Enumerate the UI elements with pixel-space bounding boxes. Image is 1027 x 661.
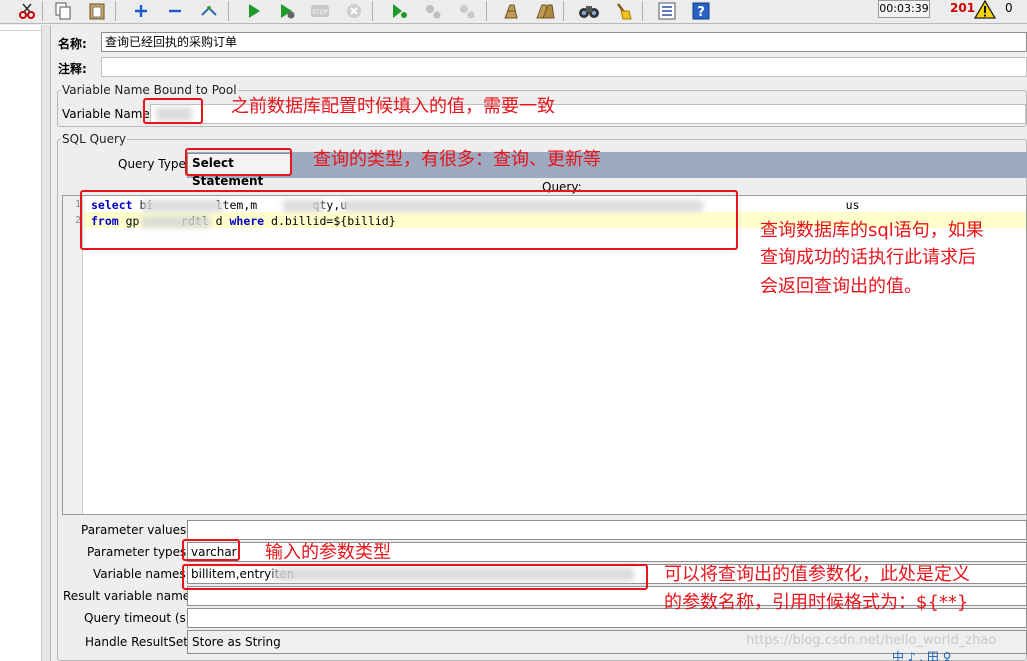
svg-text:?: ? [697,5,705,20]
start-no-pauses-icon[interactable] [274,0,300,22]
name-input[interactable]: 查询已经回执的采购订单 [101,32,1027,52]
annotation-box-variable-name [143,98,203,124]
pool-legend: Variable Name Bound to Pool [62,83,237,97]
start-icon[interactable] [241,0,267,22]
annotation-param-type-note: 输入的参数类型 [265,542,391,563]
toolbar: STOP ? 00:03:39 201 0 [0,0,1027,24]
annotation-sql-note-2: 查询成功的话执行此请求后 [760,247,976,268]
variable-name-label: Variable Name: [62,107,154,121]
split-pane-divider[interactable] [42,25,51,661]
expand-icon[interactable] [128,0,154,22]
annotation-box-query-type [185,148,292,176]
ime-status-bar[interactable]: 中 ♪ , 田 ♀ [892,648,1027,661]
parameter-values-input[interactable] [187,520,1027,540]
paste-icon[interactable] [84,0,110,22]
parameter-types-label: Parameter types: [87,545,191,559]
annotation-pool-note: 之前数据库配置时候填入的值，需要一致 [231,96,555,117]
line-number: 1 [74,199,81,210]
annotation-box-parameter-types [182,539,240,561]
function-helper-icon[interactable] [654,0,680,22]
active-threads-count: 0 [1005,1,1013,15]
error-count[interactable]: 201 [950,1,975,15]
result-variable-label: Result variable name: [63,589,195,603]
variable-names-label: Variable names: [93,567,190,581]
annotation-var-names-note-2: 的参数名称，引用时候格式为：${**} [664,592,969,613]
reset-search-icon[interactable] [610,0,636,22]
watermark: https://blog.csdn.net/hello_world_zhao [746,633,997,648]
annotation-box-sql [80,190,738,250]
clear-all-icon[interactable] [532,0,558,22]
toggle-icon[interactable] [196,0,222,22]
warning-icon[interactable] [973,0,997,22]
comment-label: 注释: [58,62,87,76]
search-icon[interactable] [576,0,602,22]
query-type-label: Query Type: [118,157,190,171]
test-plan-tree[interactable] [0,25,42,661]
elapsed-timer: 00:03:39 [878,0,930,18]
stop-icon[interactable]: STOP [307,0,333,22]
sql-query-legend: SQL Query [62,132,127,146]
name-label: 名称: [58,37,87,51]
annotation-box-variable-names [182,564,648,590]
svg-text:STOP: STOP [312,9,328,16]
help-icon[interactable]: ? [688,0,714,22]
annotation-sql-note-3: 会返回查询出的值。 [760,276,922,297]
annotation-query-type-note: 查询的类型，有很多：查询、更新等 [313,149,601,170]
parameter-values-label: Parameter values: [81,523,191,537]
annotation-sql-note-1: 查询数据库的sql语句，如果 [760,220,984,241]
remote-shutdown-icon[interactable] [454,0,480,22]
cut-icon[interactable] [14,0,40,22]
query-timeout-label: Query timeout (s): [84,611,195,625]
comment-input[interactable] [101,57,1027,77]
shutdown-icon[interactable] [341,0,367,22]
handle-resultset-label: Handle ResultSet: [85,635,192,649]
collapse-icon[interactable] [162,0,188,22]
line-number: 2 [74,215,81,226]
clear-icon[interactable] [498,0,524,22]
copy-icon[interactable] [50,0,76,22]
annotation-var-names-note-1: 可以将查询出的值参数化，此处是定义 [664,564,970,585]
remote-stop-icon[interactable] [420,0,446,22]
remote-start-icon[interactable] [386,0,412,22]
